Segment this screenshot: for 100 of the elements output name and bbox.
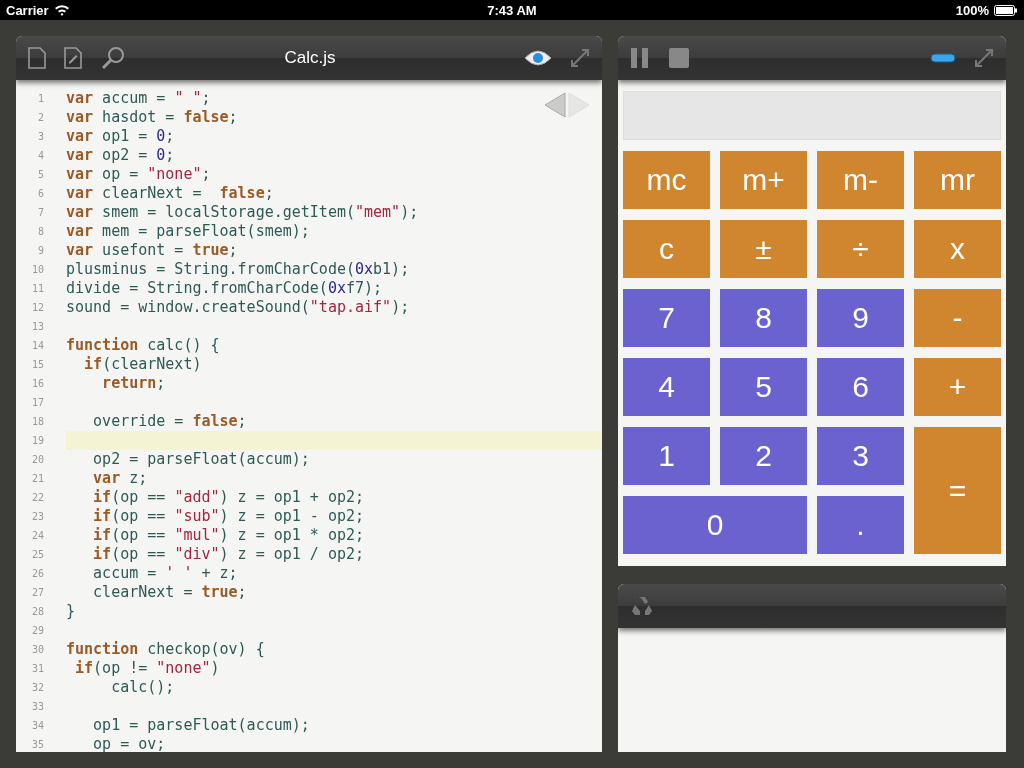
code-line: clearNext = true; xyxy=(92,583,247,602)
calculator-key[interactable]: 4 xyxy=(623,358,710,416)
wifi-icon xyxy=(53,4,70,16)
calculator-key[interactable]: mr xyxy=(914,151,1001,209)
line-number: 10 xyxy=(30,264,44,275)
calculator-key[interactable]: = xyxy=(914,427,1001,554)
line-number: 22 xyxy=(30,492,44,503)
code-line: sound = window.createSound("tap.aif"); xyxy=(66,298,410,317)
calculator-key[interactable]: 2 xyxy=(720,427,807,485)
line-number: 29 xyxy=(30,625,44,636)
calculator-key[interactable]: 6 xyxy=(817,358,904,416)
code-line: if(op == "div") z = op1 / op2; xyxy=(92,545,365,564)
calculator-key[interactable]: - xyxy=(914,289,1001,347)
calculator-key[interactable]: x xyxy=(914,220,1001,278)
line-number: 6 xyxy=(36,188,44,199)
expand-icon[interactable] xyxy=(570,48,590,68)
battery-icon xyxy=(994,4,1018,16)
code-line: var hasdot = false; xyxy=(66,108,238,127)
line-number: 8 xyxy=(36,226,44,237)
line-number: 32 xyxy=(30,682,44,693)
calculator-key[interactable]: ± xyxy=(720,220,807,278)
calculator-key[interactable]: 9 xyxy=(817,289,904,347)
code-line: accum = ' ' + z; xyxy=(92,564,238,583)
code-line: } xyxy=(66,602,76,621)
calculator-key[interactable]: + xyxy=(914,358,1001,416)
code-line: calc(); xyxy=(110,678,175,697)
line-number: 4 xyxy=(36,150,44,161)
code-line: function calc() { xyxy=(66,336,220,355)
line-number: 13 xyxy=(30,321,44,332)
line-number: 12 xyxy=(30,302,44,313)
new-file-icon[interactable] xyxy=(28,47,46,69)
line-number: 28 xyxy=(30,606,44,617)
line-number: 11 xyxy=(30,283,44,294)
line-number: 30 xyxy=(30,644,44,655)
calculator-key[interactable]: . xyxy=(817,496,904,554)
line-number: 26 xyxy=(30,568,44,579)
calculator-key[interactable]: m- xyxy=(817,151,904,209)
line-number: 7 xyxy=(36,207,44,218)
code-line: op2 = parseFloat(accum); xyxy=(92,450,310,469)
code-line: var mem = parseFloat(smem); xyxy=(66,222,310,241)
code-line: if(clearNext) xyxy=(83,355,202,374)
line-number: 18 xyxy=(30,416,44,427)
line-number: 35 xyxy=(30,739,44,750)
line-number: 3 xyxy=(36,131,44,142)
code-line: var op2 = 0; xyxy=(66,146,175,165)
stop-icon[interactable] xyxy=(668,47,690,69)
line-number: 19 xyxy=(30,435,44,446)
pill-icon[interactable] xyxy=(930,53,956,63)
calculator-key[interactable]: ÷ xyxy=(817,220,904,278)
code-line: var op1 = 0; xyxy=(66,127,175,146)
file-title: Calc.js xyxy=(283,48,337,68)
expand-icon[interactable] xyxy=(974,48,994,68)
line-number: 15 xyxy=(30,359,44,370)
line-number: 9 xyxy=(36,245,44,256)
edit-document-icon[interactable] xyxy=(64,47,82,69)
recycle-icon[interactable] xyxy=(630,595,654,617)
carrier-label: Carrier xyxy=(6,2,49,18)
line-number: 5 xyxy=(36,169,44,180)
calculator-key[interactable]: 0 xyxy=(623,496,807,554)
code-line: override = false; xyxy=(92,412,247,431)
code-line: if(op == "add") z = op1 + op2; xyxy=(92,488,365,507)
line-number: 23 xyxy=(30,511,44,522)
calculator-key[interactable]: 7 xyxy=(623,289,710,347)
calculator-key[interactable]: 1 xyxy=(623,427,710,485)
calculator-key[interactable]: 3 xyxy=(817,427,904,485)
search-icon[interactable] xyxy=(100,46,126,70)
line-number: 33 xyxy=(30,701,44,712)
pause-icon[interactable] xyxy=(630,47,650,69)
line-number: 31 xyxy=(30,663,44,674)
calculator-key[interactable]: 5 xyxy=(720,358,807,416)
line-number: 21 xyxy=(30,473,44,484)
battery-percentage: 100% xyxy=(955,2,989,18)
calculator-key[interactable]: 8 xyxy=(720,289,807,347)
code-line: if(op != "none") xyxy=(74,659,220,678)
line-number: 27 xyxy=(30,587,44,598)
line-number: 34 xyxy=(30,720,44,731)
code-line: var z; xyxy=(92,469,148,488)
calculator-key[interactable]: m+ xyxy=(720,151,807,209)
calculator-key[interactable]: mc xyxy=(623,151,710,209)
line-number: 24 xyxy=(30,530,44,541)
code-line: var smem = localStorage.getItem("mem"); xyxy=(66,203,419,222)
line-number: 25 xyxy=(30,549,44,560)
code-line: divide = String.fromCharCode(0xf7); xyxy=(66,279,383,298)
line-number: 20 xyxy=(30,454,44,465)
code-line: var usefont = true; xyxy=(66,241,238,260)
code-line: return; xyxy=(101,374,166,393)
calculator-key[interactable]: c xyxy=(623,220,710,278)
code-line: if(op == "mul") z = op1 * op2; xyxy=(92,526,365,545)
code-line: var op = "none"; xyxy=(66,165,211,184)
code-line: op = ov; xyxy=(92,735,166,752)
code-line: function checkop(ov) { xyxy=(66,640,265,659)
code-line: op1 = parseFloat(accum); xyxy=(92,716,310,735)
line-number: 1 xyxy=(36,93,44,104)
code-line: if(op == "sub") z = op1 - op2; xyxy=(92,507,365,526)
line-number: 14 xyxy=(30,340,44,351)
clock-time: 7:43 AM xyxy=(487,2,537,18)
eye-icon[interactable] xyxy=(524,49,552,67)
line-number: 17 xyxy=(30,397,44,408)
code-line: plusminus = String.fromCharCode(0xb1); xyxy=(66,260,410,279)
line-number: 2 xyxy=(36,112,44,123)
